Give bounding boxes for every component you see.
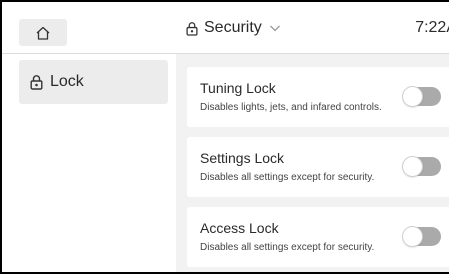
setting-description: Disables all settings except for securit… bbox=[200, 242, 375, 253]
home-button[interactable] bbox=[19, 19, 67, 46]
main-panel: Security 7:22A Tuning Lock Disables ligh… bbox=[176, 2, 449, 272]
setting-title: Settings Lock bbox=[200, 150, 285, 166]
setting-description: Disables lights, jets, and infared contr… bbox=[200, 102, 382, 113]
app-window: Lock Security 7:22A bbox=[2, 2, 449, 272]
settings-lock-toggle[interactable] bbox=[403, 157, 441, 176]
sidebar-item-lock[interactable]: Lock bbox=[19, 60, 168, 104]
page-title: Security bbox=[204, 19, 262, 36]
home-icon bbox=[35, 25, 51, 41]
toggle-knob bbox=[403, 157, 422, 176]
sidebar-divider bbox=[2, 53, 176, 54]
section-dropdown[interactable]: Security bbox=[186, 2, 282, 54]
setting-title: Tuning Lock bbox=[200, 80, 276, 96]
toggle-knob bbox=[403, 87, 422, 106]
sidebar: Lock bbox=[2, 2, 176, 272]
tuning-lock-toggle[interactable] bbox=[403, 87, 441, 106]
lock-icon bbox=[186, 21, 198, 36]
toggle-knob bbox=[403, 227, 422, 246]
setting-description: Disables all settings except for securit… bbox=[200, 172, 375, 183]
setting-card-access-lock: Access Lock Disables all settings except… bbox=[187, 207, 449, 267]
clock: 7:22A bbox=[415, 19, 449, 36]
setting-card-settings-lock: Settings Lock Disables all settings exce… bbox=[187, 137, 449, 197]
setting-card-tuning-lock: Tuning Lock Disables lights, jets, and i… bbox=[187, 67, 449, 127]
sidebar-item-label: Lock bbox=[50, 73, 84, 90]
access-lock-toggle[interactable] bbox=[403, 227, 441, 246]
chevron-down-icon bbox=[268, 21, 282, 35]
header: Security 7:22A bbox=[176, 2, 449, 54]
setting-title: Access Lock bbox=[200, 220, 279, 236]
lock-icon bbox=[30, 74, 43, 90]
